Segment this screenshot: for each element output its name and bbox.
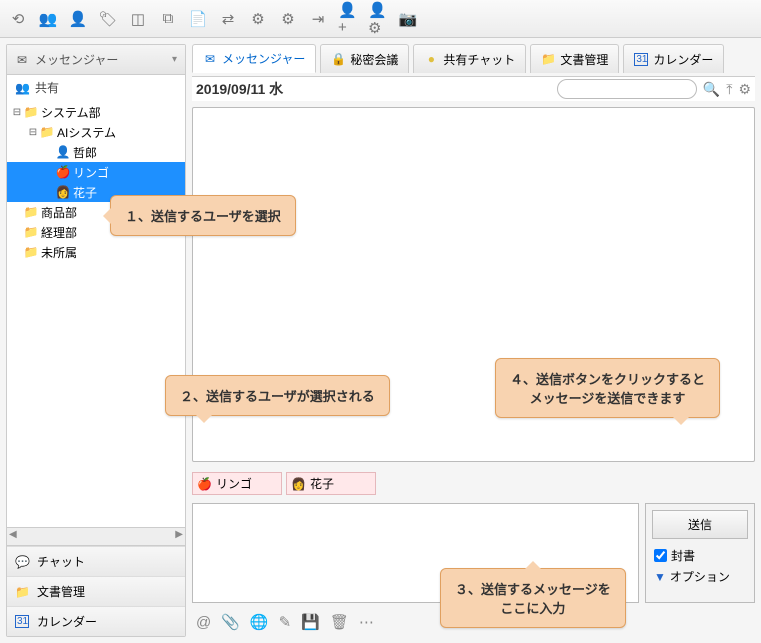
triangle-down-icon: ▼ [654,570,666,584]
more-icon[interactable]: ⋯ [359,613,374,631]
current-date: 2019/09/11 水 [196,79,283,99]
send-panel: 送信 封書 ▼ オプション [645,503,755,603]
nav-calendar[interactable]: 31カレンダー [7,606,185,636]
gear-icon[interactable]: ⚙ [738,81,751,98]
gear2-icon[interactable]: ⚙ [278,9,298,29]
sidebar-header[interactable]: ✉ メッセンジャー ▾ [7,45,185,75]
user-tree[interactable]: ⊟📁システム部⊟📁AIシステム👤哲郎🍎リンゴ👩花子📁商品部📁経理部📁未所属 [7,100,185,527]
edit-icon[interactable]: ✎ [279,613,292,631]
recipient-bar: 🍎リンゴ👩花子 [192,472,755,495]
sidebar: ✉ メッセンジャー ▾ 👥 共有 ⊟📁システム部⊟📁AIシステム👤哲郎🍎リンゴ👩… [6,44,186,637]
share-header[interactable]: 👥 共有 [7,75,185,100]
recipient-chip[interactable]: 👩花子 [286,472,376,495]
tab-shared[interactable]: ●共有チャット [413,44,526,73]
folder-icon: 📁 [15,585,29,599]
app-toolbar: ⟲ 👥 👤 🏷 ◫ ⧉ 📄 ⇄ ⚙ ⚙ ⇥ 👤+ 👤⚙ 📷 [0,0,761,38]
attach-icon[interactable]: 📎 [221,613,240,631]
tree-item[interactable]: ⊟📁システム部 [7,102,185,122]
share-label: 共有 [35,79,59,96]
up-icon[interactable]: ⤒ [726,81,732,98]
callout-1: １、送信するユーザを選択 [110,195,296,236]
main-tabs: ✉メッセンジャー 🔒秘密会議 ●共有チャット 📁文書管理 31カレンダー [192,44,755,73]
trash-icon[interactable]: 🗑 [330,613,349,631]
content-area: ✉メッセンジャー 🔒秘密会議 ●共有チャット 📁文書管理 31カレンダー 201… [186,38,761,643]
nav-docs[interactable]: 📁文書管理 [7,576,185,606]
save-icon[interactable]: 💾 [301,613,320,631]
lock-icon: 🔒 [331,52,345,66]
callout-3: ３、送信するメッセージを ここに入力 [440,568,626,628]
tab-secret[interactable]: 🔒秘密会議 [320,44,409,73]
sync-icon[interactable]: ⇄ [218,9,238,29]
mail-icon: ✉ [15,53,29,67]
chevron-down-icon[interactable]: ▾ [172,54,177,65]
send-button[interactable]: 送信 [652,510,748,539]
camera-icon[interactable]: 📷 [398,9,418,29]
mail-icon: ✉ [203,52,217,66]
tab-calendar[interactable]: 31カレンダー [623,44,724,73]
tab-docs[interactable]: 📁文書管理 [530,44,619,73]
tree-item[interactable]: 🍎リンゴ [7,162,185,182]
group-icon[interactable]: 👥 [38,9,58,29]
gear-icon[interactable]: ⚙ [248,9,268,29]
tree-item[interactable]: ⊟📁AIシステム [7,122,185,142]
user-gear-icon[interactable]: 👤⚙ [368,9,388,29]
tree-item[interactable]: 👤哲郎 [7,142,185,162]
options-toggle[interactable]: ▼ オプション [646,566,754,587]
mention-icon[interactable]: @ [196,614,211,631]
callout-2: ２、送信するユーザが選択される [165,375,390,416]
note-icon[interactable]: 📄 [188,9,208,29]
callout-4: ４、送信ボタンをクリックすると メッセージを送信できます [495,358,720,418]
tree-scrollbar[interactable] [7,527,185,545]
sealed-checkbox[interactable]: 封書 [646,545,754,566]
date-bar: 2019/09/11 水 🔍 ⤒ ⚙ [192,76,755,101]
calendar-icon: 31 [634,53,648,66]
refresh-icon[interactable]: ⟲ [8,9,28,29]
people-icon: 👥 [15,81,29,95]
tree-item[interactable]: 📁未所属 [7,242,185,262]
chat-icon: 💬 [15,555,29,569]
chat-icon: ● [424,52,438,66]
import-icon[interactable]: ⇥ [308,9,328,29]
tag-icon[interactable]: 🏷 [98,9,118,29]
recipient-chip[interactable]: 🍎リンゴ [192,472,282,495]
tab-messenger[interactable]: ✉メッセンジャー [192,44,316,73]
search-icon[interactable]: 🔍 [703,81,720,98]
folder-icon: 📁 [541,52,555,66]
calendar-icon: 31 [15,615,29,628]
user-add-icon[interactable]: 👤+ [338,9,358,29]
globe-icon[interactable]: 🌐 [250,613,269,631]
select-icon[interactable]: ⧉ [158,9,178,29]
search-input[interactable] [557,79,697,99]
sidebar-title: メッセンジャー [35,51,118,68]
nav-chat[interactable]: 💬チャット [7,546,185,576]
crop-icon[interactable]: ◫ [128,9,148,29]
add-user-icon[interactable]: 👤 [68,9,88,29]
